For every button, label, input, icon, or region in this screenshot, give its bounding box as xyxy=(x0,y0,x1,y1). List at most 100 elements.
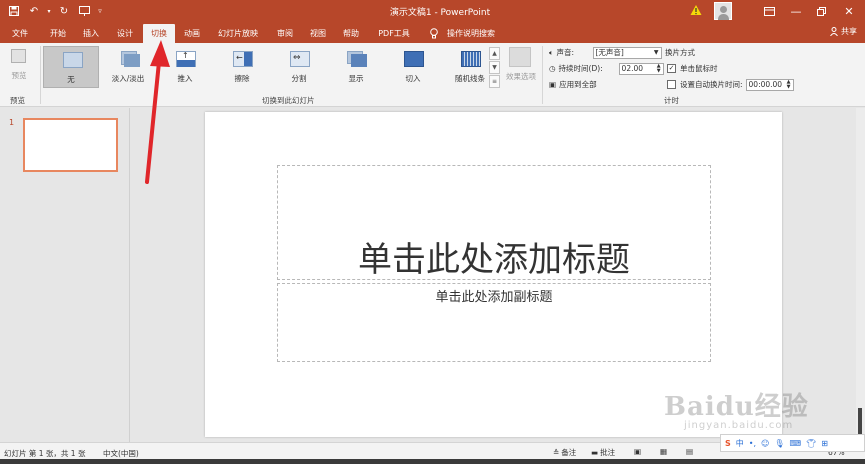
on-click-checkbox[interactable]: ✓ xyxy=(667,64,676,73)
tab-file[interactable]: 文件 xyxy=(6,24,34,43)
group-divider xyxy=(542,46,543,104)
user-avatar[interactable] xyxy=(714,2,732,20)
person-icon xyxy=(830,27,838,36)
advance-slide-title: 换片方式 xyxy=(665,48,695,57)
comments-button[interactable]: ▬ 批注 xyxy=(591,447,615,458)
spinner-icon[interactable]: ▲ ▼ xyxy=(787,79,791,90)
push-transition-icon: ↑ xyxy=(176,51,196,67)
cut-transition-icon xyxy=(404,51,424,67)
subtitle-placeholder[interactable]: 单击此处添加副标题 xyxy=(277,283,711,362)
tab-view[interactable]: 视图 xyxy=(304,24,332,43)
minimize-icon[interactable]: — xyxy=(785,2,807,20)
subtitle-placeholder-text: 单击此处添加副标题 xyxy=(435,290,553,305)
transition-push[interactable]: ↑ 推入 xyxy=(157,46,213,88)
transition-reveal[interactable]: 显示 xyxy=(328,46,384,88)
slide-thumbnail-pane: 1 xyxy=(0,108,130,442)
ribbon-transitions: 预览 预览 无 淡入/淡出 ↑ 推入 ← 擦除 ⇔ 分割 显示 切入 随机线条 … xyxy=(0,43,865,107)
tab-home[interactable]: 开始 xyxy=(44,24,72,43)
warning-icon[interactable] xyxy=(690,4,702,16)
customize-qat-icon[interactable]: ▿ xyxy=(94,3,106,19)
apply-all-label: 应用到全部 xyxy=(559,80,597,89)
language-status[interactable]: 中文(中国) xyxy=(103,448,139,459)
transition-label: 擦除 xyxy=(234,74,250,83)
tab-help[interactable]: 帮助 xyxy=(337,24,365,43)
sound-dropdown[interactable]: [无声音] ▼ xyxy=(592,46,662,59)
group-label-preview: 预览 xyxy=(10,96,25,105)
shirt-icon[interactable]: 👕︎ xyxy=(806,439,816,448)
ribbon-tabs: 文件 开始 插入 设计 切换 动画 幻灯片放映 审阅 视图 帮助 PDF工具 操… xyxy=(0,22,865,43)
transition-label: 推入 xyxy=(177,74,193,83)
save-icon[interactable] xyxy=(4,3,24,19)
spinner-icon[interactable]: ▲ ▼ xyxy=(657,63,661,74)
lightbulb-icon xyxy=(428,24,440,43)
tab-review[interactable]: 审阅 xyxy=(271,24,299,43)
effect-options-button[interactable]: 效果选项 xyxy=(503,47,539,91)
gallery-up-icon[interactable]: ▲ xyxy=(489,47,500,60)
transition-wipe[interactable]: ← 擦除 xyxy=(214,46,270,88)
gallery-more-icon[interactable]: ≡ xyxy=(489,75,500,88)
normal-view-icon[interactable]: ▣ xyxy=(634,447,641,456)
title-bar: ↶ ▾ ↻ ▿ 演示文稿1 - PowerPoint — ✕ xyxy=(0,0,865,22)
sogou-logo-icon: S xyxy=(725,438,731,448)
transition-label: 无 xyxy=(67,75,75,84)
sound-value: [无声音] xyxy=(595,48,624,57)
slide-sorter-icon[interactable]: ▦ xyxy=(660,447,667,456)
transition-split[interactable]: ⇔ 分割 xyxy=(271,46,327,88)
slide-number: 1 xyxy=(9,118,15,127)
slide-thumbnail[interactable] xyxy=(23,118,118,172)
redo-icon[interactable]: ↻ xyxy=(54,3,74,19)
transition-fade[interactable]: 淡入/淡出 xyxy=(100,46,156,88)
tell-me-search[interactable]: 操作说明搜索 xyxy=(443,24,499,43)
tab-insert[interactable]: 插入 xyxy=(77,24,105,43)
undo-dropdown-icon[interactable]: ▾ xyxy=(44,3,54,19)
none-transition-icon xyxy=(63,52,83,68)
speaker-icon: 🔈︎ xyxy=(549,47,554,57)
title-placeholder[interactable]: 单击此处添加标题 xyxy=(277,165,711,280)
keyboard-icon[interactable]: ⌨ xyxy=(790,439,802,448)
emoji-icon[interactable]: ☺ xyxy=(761,439,769,448)
after-checkbox[interactable] xyxy=(667,80,676,89)
ime-mode[interactable]: 中 xyxy=(736,438,744,449)
preview-button-label: 预览 xyxy=(11,71,27,80)
on-click-label: 单击鼠标时 xyxy=(680,64,718,73)
chevron-down-icon: ▼ xyxy=(653,49,659,56)
clock-icon: ◷ xyxy=(549,64,556,73)
gallery-down-icon[interactable]: ▼ xyxy=(489,61,500,74)
punctuation-icon[interactable]: •, xyxy=(749,439,756,448)
tab-slideshow[interactable]: 幻灯片放映 xyxy=(214,24,262,43)
effect-options-icon xyxy=(509,47,531,67)
microphone-icon[interactable]: 🎙︎ xyxy=(774,439,784,448)
notes-button[interactable]: ≙ 备注 xyxy=(553,447,576,458)
apply-all-button[interactable]: ▣ 应用到全部 xyxy=(549,78,597,91)
preview-button[interactable]: 预览 xyxy=(6,46,32,88)
on-click-option[interactable]: ✓ 单击鼠标时 xyxy=(667,62,718,75)
reading-view-icon[interactable]: ▤ xyxy=(686,447,693,456)
duration-input[interactable]: 02.00 ▲ ▼ xyxy=(618,62,664,75)
slide-count-status: 幻灯片 第 1 张，共 1 张 xyxy=(4,449,86,458)
tab-transitions[interactable]: 切换 xyxy=(143,24,175,43)
comments-label: 批注 xyxy=(600,448,616,457)
transition-gallery: 无 淡入/淡出 ↑ 推入 ← 擦除 ⇔ 分割 显示 切入 随机线条 xyxy=(43,46,489,88)
group-label-transitions: 切换到此幻灯片 xyxy=(262,96,315,105)
present-icon[interactable] xyxy=(74,3,94,19)
group-label-timing: 计时 xyxy=(664,96,679,105)
transition-none[interactable]: 无 xyxy=(43,46,99,88)
tab-animations[interactable]: 动画 xyxy=(178,24,206,43)
title-placeholder-text: 单击此处添加标题 xyxy=(358,240,630,280)
tab-pdf-tools[interactable]: PDF工具 xyxy=(372,24,416,43)
close-icon[interactable]: ✕ xyxy=(838,2,860,20)
share-label: 共享 xyxy=(841,27,857,36)
transition-label: 淡入/淡出 xyxy=(111,74,145,83)
group-divider xyxy=(40,46,41,104)
restore-icon[interactable] xyxy=(810,2,832,20)
share-button[interactable]: 共享 xyxy=(830,26,857,37)
ribbon-display-icon[interactable] xyxy=(758,2,780,20)
undo-icon[interactable]: ↶ xyxy=(24,3,44,19)
watermark-main: Baidu经验 xyxy=(664,392,809,422)
grid-icon[interactable]: ⊞ xyxy=(821,439,828,448)
transition-cut[interactable]: 切入 xyxy=(385,46,441,88)
quick-access-toolbar: ↶ ▾ ↻ ▿ xyxy=(4,3,106,19)
tab-design[interactable]: 设计 xyxy=(111,24,139,43)
wipe-transition-icon: ← xyxy=(233,51,253,67)
after-time-input[interactable]: 00:00.00 ▲ ▼ xyxy=(745,78,794,91)
